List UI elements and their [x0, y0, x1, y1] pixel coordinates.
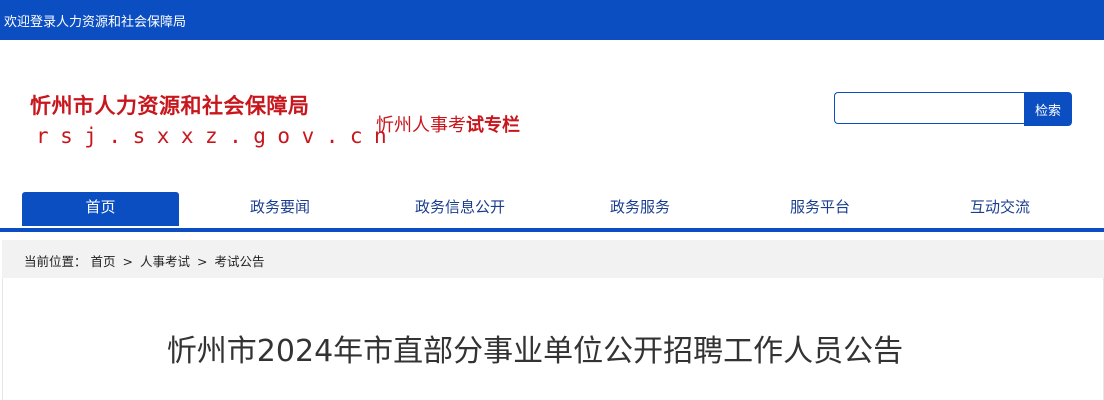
- nav-underline: [0, 228, 1104, 232]
- search-box: 检索: [834, 92, 1072, 126]
- breadcrumb-exam[interactable]: 人事考试: [140, 254, 190, 269]
- search-input[interactable]: [834, 92, 1029, 124]
- search-button[interactable]: 检索: [1024, 92, 1072, 126]
- nav-item-info-disclosure[interactable]: 政务信息公开: [395, 192, 525, 226]
- breadcrumb-home[interactable]: 首页: [91, 254, 116, 269]
- breadcrumb-announcement[interactable]: 考试公告: [214, 254, 264, 269]
- nav-item-news[interactable]: 政务要闻: [215, 192, 345, 226]
- site-name[interactable]: 忻州市人力资源和社会保障局: [30, 90, 310, 120]
- top-bar: 欢迎登录人力资源和社会保障局: [0, 0, 1104, 40]
- nav-item-services[interactable]: 政务服务: [575, 192, 705, 226]
- article-title: 忻州市2024年市直部分事业单位公开招聘工作人员公告: [166, 334, 904, 369]
- column-title: 忻州人事考试专栏: [376, 111, 520, 137]
- column-title-bold: 试专栏: [466, 115, 520, 136]
- breadcrumb-separator: >: [122, 254, 133, 269]
- nav-item-interaction[interactable]: 互动交流: [935, 192, 1065, 226]
- column-title-normal: 忻州人事考: [376, 115, 466, 136]
- site-domain: rsj.sxxz.gov.cn: [36, 124, 399, 148]
- welcome-text: 欢迎登录人力资源和社会保障局: [4, 15, 187, 30]
- breadcrumb-prefix: 当前位置：: [24, 254, 87, 269]
- nav-item-home[interactable]: 首页: [22, 192, 179, 226]
- breadcrumb: 当前位置： 首页 > 人事考试 > 考试公告: [2, 240, 1104, 278]
- breadcrumb-separator: >: [196, 254, 208, 269]
- nav-item-platform[interactable]: 服务平台: [755, 192, 885, 226]
- main-nav: 首页 政务要闻 政务信息公开 政务服务 服务平台 互动交流: [0, 190, 1104, 230]
